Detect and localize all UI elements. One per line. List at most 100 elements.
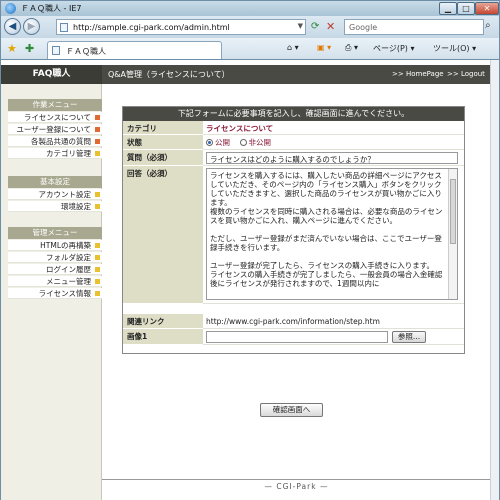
stop-icon[interactable]: ✕ — [326, 20, 335, 33]
print-icon[interactable]: ⎙ ▾ — [345, 43, 358, 53]
bullet-icon — [95, 291, 100, 296]
site-header: FAQ職人 Q&A管理（ライセンスについて） >> HomePage >> Lo… — [1, 65, 491, 84]
logout-link[interactable]: >> Logout — [447, 65, 485, 84]
tab-bar: ★ ✚ ＦＡＱ職人 ⌂ ▾ ▣ ▾ ⎙ ▾ ページ(P) ▾ ツール(O) ▾ — [0, 38, 500, 60]
answer-scrollbar[interactable] — [448, 169, 457, 299]
image-cell: 参照... — [203, 329, 464, 345]
bullet-icon — [95, 139, 100, 144]
sidebar-heading-basic: 基本設定 — [8, 176, 102, 188]
related-link-row: 関連リンク http://www.cgi-park.com/informatio… — [123, 314, 464, 329]
search-placeholder: Google — [349, 23, 378, 32]
homepage-link[interactable]: >> HomePage — [392, 65, 444, 84]
question-label: 質問（必須） — [123, 150, 203, 166]
sidebar-item-user-registration[interactable]: ユーザー登録について — [8, 124, 102, 135]
sidebar-item-label: 環境設定 — [61, 202, 91, 211]
url-input[interactable]: http://sample.cgi-park.com/admin.html ▼ — [56, 19, 306, 35]
answer-row: 回答（必須） ライセンスを購入するには、購入したい商品の詳細ページにアクセスして… — [123, 166, 464, 304]
related-link-value[interactable]: http://www.cgi-park.com/information/step… — [203, 314, 464, 329]
maximize-button[interactable]: □ — [457, 2, 475, 15]
status-label: 状態 — [123, 135, 203, 150]
sidebar-item-label: メニュー管理 — [46, 277, 91, 286]
sidebar-item-label: フォルダ設定 — [46, 253, 91, 262]
forward-button[interactable]: ▶ — [23, 18, 40, 35]
tab-faq[interactable]: ＦＡＱ職人 — [47, 41, 222, 59]
window-title: ＦＡＱ職人 - IE7 — [21, 4, 82, 13]
sidebar-item-category[interactable]: カテゴリ管理 — [8, 148, 102, 159]
chevron-down-icon[interactable]: ▼ — [298, 22, 303, 30]
sidebar-item-label: ユーザー登録について — [16, 125, 91, 134]
add-favorite-icon[interactable]: ✚ — [25, 42, 34, 55]
image-file-input[interactable] — [206, 331, 388, 343]
bullet-icon — [95, 127, 100, 132]
category-row: カテゴリ ライセンスについて — [123, 121, 464, 135]
search-input[interactable]: Google — [344, 19, 484, 35]
status-public-label: 公開 — [215, 138, 230, 147]
status-row: 状態 公開 非公開 — [123, 135, 464, 150]
sidebar-item-html-rebuild[interactable]: HTMLの再構築 — [8, 240, 102, 251]
sidebar-item-account[interactable]: アカウント設定 — [8, 189, 102, 200]
sidebar-item-label: ライセンス情報 — [38, 289, 91, 298]
related-link-label: 関連リンク — [123, 314, 203, 329]
minimize-button[interactable]: ▁ — [439, 2, 457, 15]
confirm-button[interactable]: 確認画面へ — [260, 403, 323, 417]
image-label: 画像1 — [123, 329, 203, 345]
page-icon — [60, 23, 68, 32]
sidebar-item-common-questions[interactable]: 各製品共通の質問 — [8, 136, 102, 147]
sidebar-item-environment[interactable]: 環境設定 — [8, 201, 102, 212]
site-title: FAQ職人 — [1, 65, 102, 84]
question-row: 質問（必須） ライセンスはどのように購入するのでしょうか？ — [123, 150, 464, 166]
bullet-icon — [95, 267, 100, 272]
page-icon — [52, 46, 60, 55]
bullet-icon — [95, 204, 100, 209]
address-bar: ◀ ▶ http://sample.cgi-park.com/admin.htm… — [0, 16, 500, 38]
page-menu[interactable]: ページ(P) ▾ — [373, 43, 414, 54]
status-options: 公開 非公開 — [203, 135, 464, 150]
favorites-star-icon[interactable]: ★ — [7, 42, 17, 55]
answer-textarea[interactable]: ライセンスを購入するには、購入したい商品の詳細ページにアクセスしていただき、その… — [206, 168, 458, 300]
search-icon[interactable]: ⌕ — [485, 20, 491, 31]
browse-button[interactable]: 参照... — [392, 331, 426, 343]
question-cell: ライセンスはどのように購入するのでしょうか？ — [203, 150, 464, 166]
scrollbar-thumb[interactable] — [450, 179, 456, 244]
sidebar-item-folder[interactable]: フォルダ設定 — [8, 252, 102, 263]
status-private-radio[interactable] — [239, 139, 247, 146]
sidebar-item-label: HTMLの再構築 — [40, 241, 91, 250]
feed-icon[interactable]: ▣ ▾ — [317, 43, 331, 52]
sidebar-heading-admin: 管理メニュー — [8, 227, 102, 239]
url-text: http://sample.cgi-park.com/admin.html — [73, 23, 230, 32]
bullet-icon — [95, 255, 100, 260]
sidebar-item-login-history[interactable]: ログイン履歴 — [8, 264, 102, 275]
tab-label: ＦＡＱ職人 — [66, 47, 106, 56]
sidebar-item-label: ログイン履歴 — [46, 265, 91, 274]
sidebar-item-label: カテゴリ管理 — [46, 149, 91, 158]
category-value: ライセンスについて — [203, 121, 464, 135]
sidebar-item-license[interactable]: ライセンスについて — [8, 112, 102, 123]
main-content: 下記フォームに必要事項を記入し、確認画面に進んでください。 カテゴリ ライセンス… — [102, 84, 491, 500]
category-label: カテゴリ — [123, 121, 203, 135]
close-button[interactable]: ✕ — [475, 2, 499, 15]
bullet-icon — [95, 279, 100, 284]
home-icon[interactable]: ⌂ ▾ — [287, 43, 299, 52]
qa-form: 下記フォームに必要事項を記入し、確認画面に進んでください。 カテゴリ ライセンス… — [122, 106, 465, 354]
refresh-icon[interactable]: ⟳ — [311, 21, 319, 32]
bullet-icon — [95, 115, 100, 120]
question-input[interactable]: ライセンスはどのように購入するのでしょうか？ — [206, 152, 458, 164]
page-scrollbar[interactable] — [490, 60, 500, 500]
bullet-icon — [95, 243, 100, 248]
bullet-icon — [95, 192, 100, 197]
page-viewport: FAQ職人 Q&A管理（ライセンスについて） >> HomePage >> Lo… — [0, 60, 491, 500]
window-titlebar: ＦＡＱ職人 - IE7 ▁ □ ✕ — [0, 0, 500, 16]
status-public-radio[interactable] — [206, 139, 213, 146]
sidebar-item-label: 各製品共通の質問 — [31, 137, 91, 146]
sidebar-heading-work: 作業メニュー — [8, 99, 102, 111]
page-footer: — CGI-Park — — [102, 479, 491, 493]
answer-label: 回答（必須） — [123, 166, 203, 304]
image-row: 画像1 参照... — [123, 329, 464, 345]
back-button[interactable]: ◀ — [4, 18, 21, 35]
sidebar: 作業メニュー ライセンスについて ユーザー登録について 各製品共通の質問 カテゴ… — [1, 84, 102, 500]
sidebar-item-license-info[interactable]: ライセンス情報 — [8, 288, 102, 299]
ie-logo-icon — [5, 3, 16, 14]
tools-menu[interactable]: ツール(O) ▾ — [433, 43, 476, 54]
answer-cell: ライセンスを購入するには、購入したい商品の詳細ページにアクセスしていただき、その… — [203, 166, 464, 304]
sidebar-item-menu-admin[interactable]: メニュー管理 — [8, 276, 102, 287]
